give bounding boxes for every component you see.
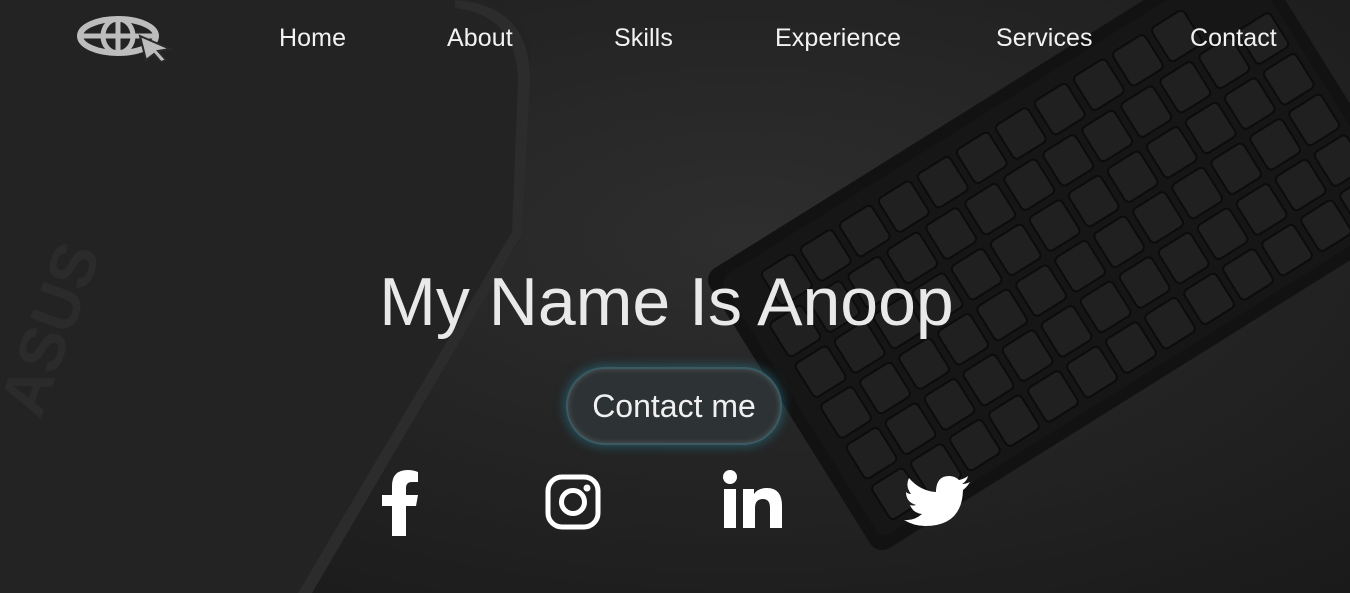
nav-contact[interactable]: Contact <box>1190 22 1277 54</box>
linkedin-icon[interactable] <box>723 470 783 528</box>
instagram-icon[interactable] <box>545 474 601 530</box>
nav-experience[interactable]: Experience <box>775 22 901 54</box>
logo-icon[interactable] <box>74 14 176 64</box>
nav-services[interactable]: Services <box>996 22 1093 54</box>
hero-headline: My Name Is Anoop <box>379 264 954 340</box>
twitter-icon[interactable] <box>904 476 970 530</box>
nav-home[interactable]: Home <box>279 22 346 54</box>
hero-section: ASUS Home About Skills Experience Servic… <box>0 0 1350 593</box>
top-navbar: Home About Skills Experience Services Co… <box>0 0 1350 76</box>
facebook-icon[interactable] <box>380 470 420 536</box>
nav-skills[interactable]: Skills <box>614 22 673 54</box>
contact-me-button[interactable]: Contact me <box>566 367 782 445</box>
nav-about[interactable]: About <box>447 22 513 54</box>
